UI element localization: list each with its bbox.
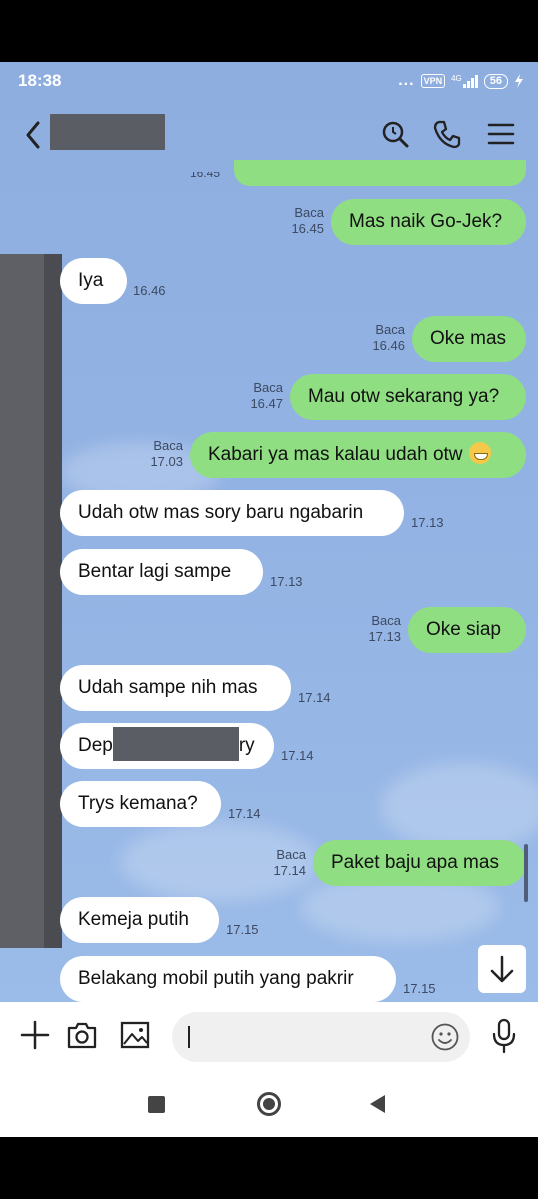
partial-message-time: 16.45 (190, 166, 221, 180)
emoji-icon[interactable] (430, 1022, 460, 1052)
message-text-end: ry (238, 735, 255, 756)
message-meta: Baca 17.14 (273, 847, 306, 878)
system-nav-bar (0, 1072, 538, 1137)
signal-icon: 4G (451, 74, 478, 88)
status-bar: 18:38 ... VPN 4G 56 (0, 62, 538, 100)
message-meta: Baca 16.47 (250, 380, 283, 411)
status-icons: ... VPN 4G 56 (398, 72, 524, 90)
message-bubble-out[interactable]: Paket baju apa mas (313, 840, 526, 886)
message-bubble-out[interactable]: Kabari ya mas kalau udah otw (190, 432, 526, 478)
message-time: 17.13 (270, 574, 303, 589)
top-black-bar (0, 0, 538, 62)
battery-icon: 56 (483, 73, 508, 89)
scroll-to-bottom-button[interactable] (478, 945, 526, 993)
more-dots-icon: ... (398, 72, 415, 89)
message-bubble-in[interactable]: Kemeja putih (60, 897, 219, 943)
recents-button[interactable] (148, 1096, 165, 1113)
message-time: 17.14 (298, 690, 331, 705)
back-arrow-icon[interactable] (22, 120, 48, 150)
partial-message-bubble (234, 160, 526, 186)
message-bubble-in[interactable]: Belakang mobil putih yang pakrir (60, 956, 396, 1002)
message-bubble-in[interactable]: Udah sampe nih mas (60, 665, 291, 711)
text-cursor (188, 1026, 190, 1048)
chat-background: 18:38 ... VPN 4G 56 16.45 Baca 16.45 Mas… (0, 62, 538, 1002)
message-meta: Baca 17.13 (368, 613, 401, 644)
back-button[interactable] (370, 1095, 385, 1113)
message-bubble-in[interactable]: Iya (60, 258, 127, 304)
home-button[interactable] (257, 1092, 281, 1116)
network-type: 4G (451, 74, 462, 83)
camera-icon[interactable] (66, 1020, 98, 1050)
message-bubble-in[interactable]: Trys kemana? (60, 781, 221, 827)
message-time: 17.15 (226, 922, 259, 937)
message-bubble-out[interactable]: Mau otw sekarang ya? (290, 374, 526, 420)
contact-name-redacted[interactable] (50, 114, 165, 150)
message-bubble-out[interactable]: Oke siap (408, 607, 526, 653)
image-icon[interactable] (120, 1020, 150, 1050)
message-meta: Baca 16.46 (372, 322, 405, 353)
search-icon[interactable] (380, 119, 410, 149)
message-input[interactable] (172, 1012, 470, 1062)
message-meta: Baca 16.45 (291, 205, 324, 236)
message-bubble-out[interactable]: Mas naik Go-Jek? (331, 199, 526, 245)
message-time: 17.14 (228, 806, 261, 821)
redacted-text (112, 726, 239, 761)
phone-icon[interactable] (432, 119, 462, 149)
scrollbar[interactable] (524, 844, 528, 902)
vpn-icon: VPN (420, 74, 446, 88)
message-time: 16.46 (133, 283, 166, 298)
message-input-bar (0, 1002, 538, 1072)
status-time: 18:38 (18, 71, 62, 90)
message-text: Kabari ya mas kalau udah otw (208, 444, 463, 465)
chat-screen: 18:38 ... VPN 4G 56 16.45 Baca 16.45 Mas… (0, 62, 538, 1137)
microphone-icon[interactable] (488, 1018, 520, 1054)
chat-header (0, 100, 538, 168)
message-bubble-in[interactable]: Dep ry (60, 723, 274, 769)
plus-icon[interactable] (20, 1020, 50, 1050)
message-time: 17.15 (403, 981, 436, 996)
message-time: 17.13 (411, 515, 444, 530)
left-redaction-box-edge (44, 254, 62, 948)
bottom-black-bar (0, 1137, 538, 1199)
arrow-down-icon (490, 955, 514, 983)
message-meta: Baca 17.03 (150, 438, 183, 469)
message-time: 17.14 (281, 748, 314, 763)
message-bubble-out[interactable]: Oke mas (412, 316, 526, 362)
message-text-start: Dep (78, 735, 113, 756)
menu-icon[interactable] (486, 119, 516, 149)
charging-icon (515, 74, 523, 88)
grinning-face-icon (468, 441, 491, 464)
message-bubble-in[interactable]: Bentar lagi sampe (60, 549, 263, 595)
message-bubble-in[interactable]: Udah otw mas sory baru ngabarin (60, 490, 404, 536)
